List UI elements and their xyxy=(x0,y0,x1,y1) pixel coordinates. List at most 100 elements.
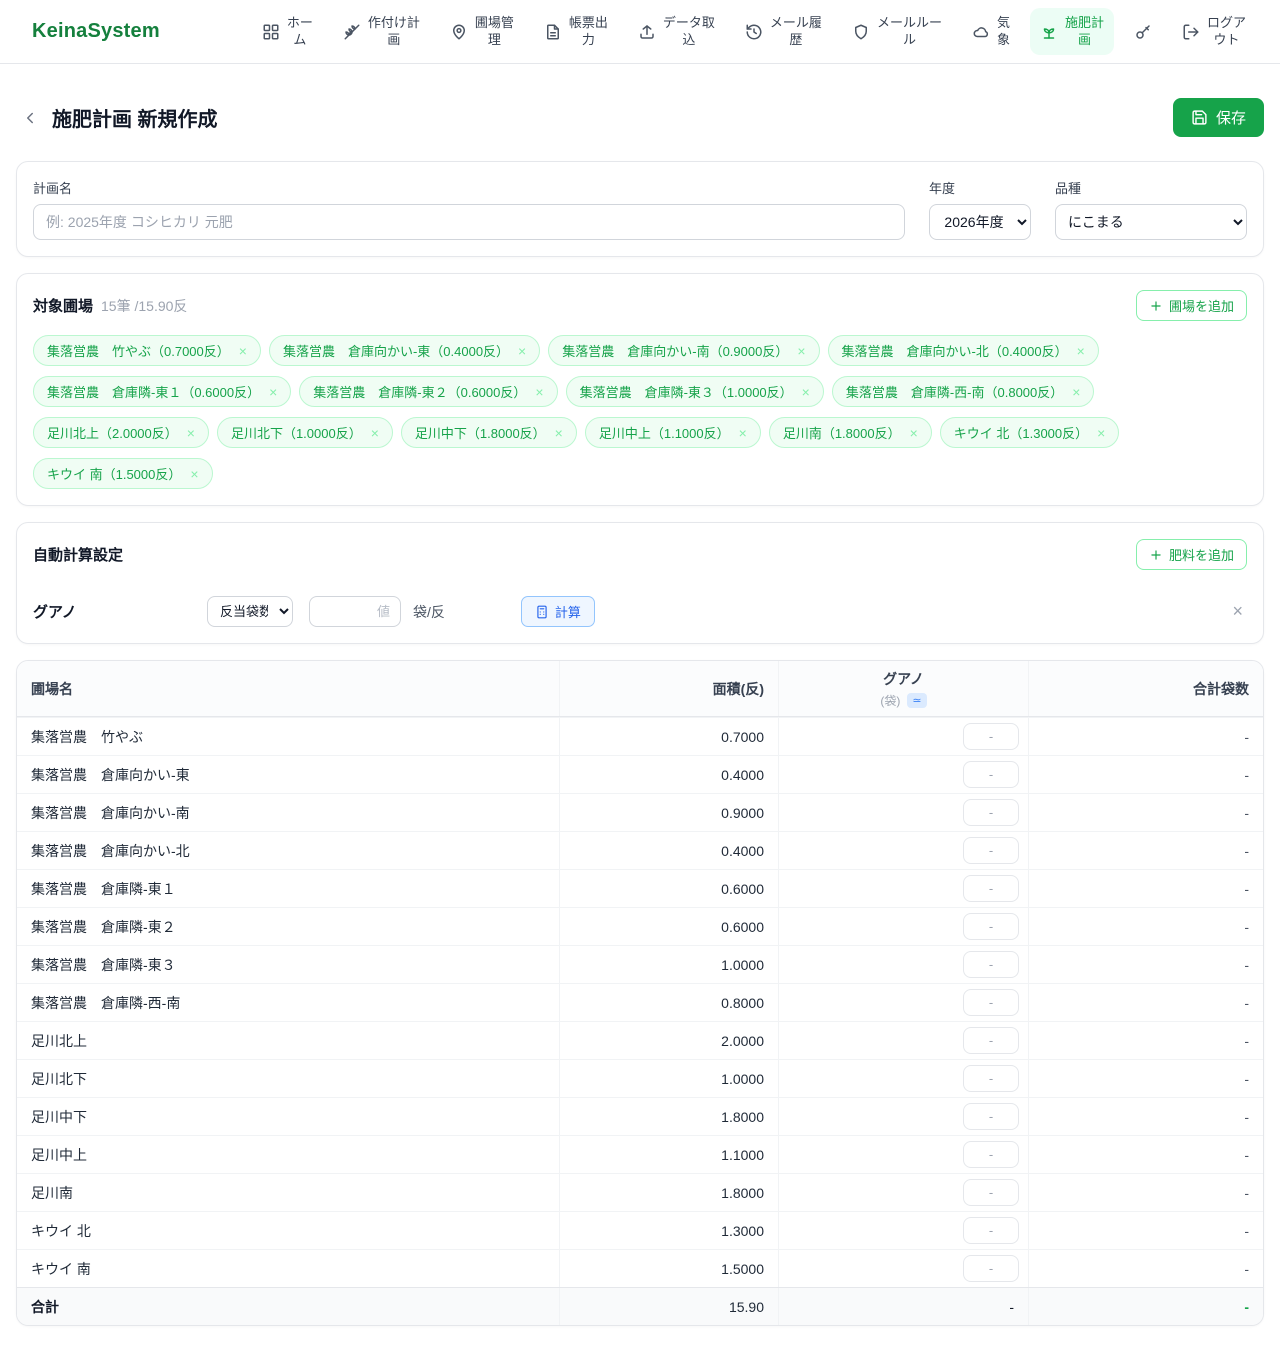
top-navbar: KeinaSystem ホー ム 作付け計 画 圃場管 理 帳票出 力 データ取… xyxy=(0,0,1280,64)
calculate-button-label: 計算 xyxy=(555,602,581,621)
cell-guano xyxy=(778,1098,1028,1135)
calc-mode-select[interactable]: 反当袋数 xyxy=(207,596,293,627)
guano-bags-input[interactable] xyxy=(963,913,1019,940)
nav-item-label: メールルー ル xyxy=(877,15,942,49)
cell-area: 2.0000 xyxy=(559,1022,778,1059)
cell-area: 0.8000 xyxy=(559,984,778,1021)
year-select[interactable]: 2026年度 xyxy=(929,204,1031,240)
guano-bags-input[interactable] xyxy=(963,761,1019,788)
cell-area: 0.6000 xyxy=(559,908,778,945)
remove-tag-icon[interactable]: × xyxy=(269,385,277,399)
calculate-button[interactable]: 計算 xyxy=(521,596,595,627)
remove-tag-icon[interactable]: × xyxy=(187,426,195,440)
nav-item-fertilization-plan[interactable]: 施肥計 画 xyxy=(1030,8,1114,56)
guano-bags-input[interactable] xyxy=(963,799,1019,826)
remove-tag-icon[interactable]: × xyxy=(518,344,526,358)
nav-item-label: メール履 歴 xyxy=(770,15,822,49)
cell-field-name: 集落営農 倉庫向かい-北 xyxy=(17,833,559,869)
cell-area: 1.8000 xyxy=(559,1174,778,1211)
cell-guano xyxy=(778,718,1028,755)
field-tag: キウイ 南（1.5000反） × xyxy=(33,458,213,489)
guano-bags-input[interactable] xyxy=(963,875,1019,902)
plan-name-input[interactable] xyxy=(33,204,905,240)
remove-tag-icon[interactable]: × xyxy=(797,344,805,358)
field-tag: 足川北上（2.0000反） × xyxy=(33,417,209,448)
target-fields-title: 対象圃場 xyxy=(33,295,93,316)
wheat-icon xyxy=(343,23,361,41)
calc-unit-label: 袋/反 xyxy=(413,602,445,622)
add-fertilizer-button[interactable]: 肥料を追加 xyxy=(1136,539,1247,570)
field-tag-label: キウイ 北（1.3000反） xyxy=(954,423,1088,442)
field-tag: キウイ 北（1.3000反） × xyxy=(940,417,1120,448)
plan-name-label: 計画名 xyxy=(33,178,905,197)
back-button[interactable] xyxy=(16,104,44,132)
nav-item-label: ホー ム xyxy=(287,15,313,49)
guano-bags-input[interactable] xyxy=(963,1141,1019,1168)
add-field-button[interactable]: 圃場を追加 xyxy=(1136,290,1247,321)
field-tag: 足川中上（1.1000反） × xyxy=(585,417,761,448)
nav-item-field-management[interactable]: 圃場管 理 xyxy=(440,8,524,56)
cell-area: 1.8000 xyxy=(559,1098,778,1135)
remove-tag-icon[interactable]: × xyxy=(739,426,747,440)
guano-bags-input[interactable] xyxy=(963,1179,1019,1206)
remove-tag-icon[interactable]: × xyxy=(535,385,543,399)
variety-select[interactable]: にこまる xyxy=(1055,204,1247,240)
col-header-guano: グアノ (袋) ≃ xyxy=(778,661,1028,716)
col-header-field-name: 圃場名 xyxy=(17,669,559,709)
remove-tag-icon[interactable]: × xyxy=(555,426,563,440)
guano-bags-input[interactable] xyxy=(963,989,1019,1016)
approx-toggle-badge[interactable]: ≃ xyxy=(907,693,926,708)
remove-tag-icon[interactable]: × xyxy=(1072,385,1080,399)
nav-item-mail-rules[interactable]: メールルー ル xyxy=(842,8,952,56)
brand-logo[interactable]: KeinaSystem xyxy=(32,20,160,43)
remove-fertilizer-icon[interactable]: × xyxy=(1228,601,1247,622)
table-row: 集落営農 倉庫隣-東１ 0.6000 - xyxy=(17,869,1263,907)
guano-bags-input[interactable] xyxy=(963,837,1019,864)
guano-bags-input[interactable] xyxy=(963,1103,1019,1130)
guano-bags-input[interactable] xyxy=(963,1255,1019,1282)
save-button[interactable]: 保存 xyxy=(1173,98,1264,137)
guano-bags-input[interactable] xyxy=(963,1217,1019,1244)
nav-item-data-import[interactable]: データ取 込 xyxy=(628,8,725,56)
nav-item-api-key[interactable] xyxy=(1124,16,1162,48)
cell-field-name: 集落営農 倉庫隣-東２ xyxy=(17,909,559,945)
remove-tag-icon[interactable]: × xyxy=(910,426,918,440)
remove-tag-icon[interactable]: × xyxy=(239,344,247,358)
cell-field-name: 足川南 xyxy=(17,1175,559,1211)
guano-bags-input[interactable] xyxy=(963,1027,1019,1054)
cell-total-bags: - xyxy=(1028,1022,1263,1059)
remove-tag-icon[interactable]: × xyxy=(1077,344,1085,358)
nav-item-label: 施肥計 画 xyxy=(1065,15,1104,49)
nav-item-label: 帳票出 力 xyxy=(569,15,608,49)
plan-form-card: 計画名 年度 2026年度 品種 にこまる xyxy=(16,161,1264,257)
nav-item-logout[interactable]: ログア ウト xyxy=(1172,8,1256,56)
cell-field-name: 集落営農 竹やぶ xyxy=(17,719,559,755)
guano-bags-input[interactable] xyxy=(963,723,1019,750)
cell-total-bags: - xyxy=(1028,832,1263,869)
table-row: 足川南 1.8000 - xyxy=(17,1173,1263,1211)
nav-item-weather[interactable]: 気 象 xyxy=(962,8,1020,56)
remove-tag-icon[interactable]: × xyxy=(1097,426,1105,440)
remove-tag-icon[interactable]: × xyxy=(802,385,810,399)
table-row: キウイ 南 1.5000 - xyxy=(17,1249,1263,1287)
add-fertilizer-button-label: 肥料を追加 xyxy=(1169,545,1234,564)
remove-tag-icon[interactable]: × xyxy=(371,426,379,440)
cell-total-bags: - xyxy=(1028,1098,1263,1135)
guano-bags-input[interactable] xyxy=(963,951,1019,978)
col-header-area: 面積(反) xyxy=(559,661,778,716)
guano-bags-input[interactable] xyxy=(963,1065,1019,1092)
fertilizer-calc-row: グアノ 反当袋数 袋/反 計算 × xyxy=(33,596,1247,627)
cell-total-bags: - xyxy=(1028,794,1263,831)
field-tag: 集落営農 倉庫向かい-東（0.4000反） × xyxy=(269,335,540,366)
nav-item-cropping-plan[interactable]: 作付け計 画 xyxy=(333,8,430,56)
calc-value-input[interactable] xyxy=(309,596,401,627)
fields-table: 圃場名 面積(反) グアノ (袋) ≃ 合計袋数 集落営農 竹やぶ 0.7000… xyxy=(16,660,1264,1326)
remove-tag-icon[interactable]: × xyxy=(190,467,198,481)
key-icon xyxy=(1134,23,1152,41)
variety-label: 品種 xyxy=(1055,178,1247,197)
nav-item-report-output[interactable]: 帳票出 力 xyxy=(534,8,618,56)
field-tag-label: 集落営農 倉庫隣-東３（1.0000反） xyxy=(580,382,793,401)
table-row: 足川北上 2.0000 - xyxy=(17,1021,1263,1059)
nav-item-home[interactable]: ホー ム xyxy=(252,8,323,56)
nav-item-mail-history[interactable]: メール履 歴 xyxy=(735,8,832,56)
